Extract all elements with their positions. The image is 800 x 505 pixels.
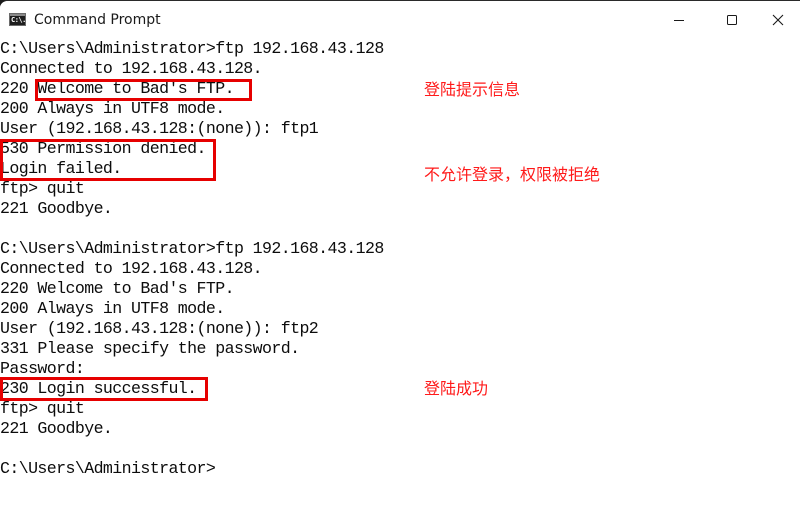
title-bar[interactable]: C:\. Command Prompt (0, 1, 800, 39)
terminal-line: 200 Always in UTF8 mode. (0, 99, 225, 118)
terminal-line: ftp> quit (0, 399, 85, 418)
note-login-prompt-info: 登陆提示信息 (424, 80, 521, 99)
console-icon-text: C:\. (11, 16, 26, 24)
terminal-line: 221 Goodbye. (0, 199, 113, 218)
close-icon (772, 14, 784, 26)
terminal-line: C:\Users\Administrator> (0, 459, 216, 478)
terminal-line: C:\Users\Administrator>ftp 192.168.43.12… (0, 239, 384, 258)
login-success-highlight-box (0, 377, 208, 401)
close-button[interactable] (755, 1, 800, 39)
welcome-highlight-box (35, 79, 252, 101)
terminal-output[interactable]: C:\Users\Administrator>ftp 192.168.43.12… (0, 39, 800, 505)
note-login-success: 登陆成功 (424, 379, 489, 398)
window-title: Command Prompt (34, 12, 161, 28)
command-prompt-window: C:\. Command Prompt C:\Users\Administrat… (0, 0, 800, 505)
terminal-line: ftp> quit (0, 179, 85, 198)
terminal-line: User (192.168.43.128:(none)): ftp2 (0, 319, 319, 338)
terminal-line: Password: (0, 359, 85, 378)
terminal-line: Connected to 192.168.43.128. (0, 59, 263, 78)
terminal-line: 331 Please specify the password. (0, 339, 300, 358)
minimize-icon (674, 20, 684, 21)
minimize-button[interactable] (656, 1, 702, 39)
terminal-line: 200 Always in UTF8 mode. (0, 299, 225, 318)
permission-denied-highlight-box (0, 139, 216, 181)
terminal-line: User (192.168.43.128:(none)): ftp1 (0, 119, 319, 138)
terminal-line: 221 Goodbye. (0, 419, 113, 438)
terminal-line: C:\Users\Administrator>ftp 192.168.43.12… (0, 39, 384, 58)
note-login-denied: 不允许登录，权限被拒绝 (424, 165, 601, 184)
maximize-icon (727, 15, 737, 25)
maximize-button[interactable] (709, 1, 755, 39)
console-icon: C:\. (9, 13, 26, 26)
terminal-line: Connected to 192.168.43.128. (0, 259, 263, 278)
terminal-line: 220 Welcome to Bad's FTP. (0, 279, 235, 298)
